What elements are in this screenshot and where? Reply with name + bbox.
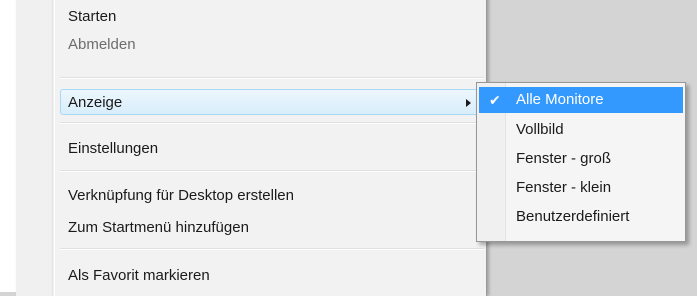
menu-item-abmelden: Abmelden bbox=[60, 32, 480, 58]
submenu-item-label: Fenster - groß bbox=[516, 150, 612, 167]
submenu-item-benutzerdefiniert[interactable]: Benutzerdefiniert bbox=[479, 204, 683, 230]
menu-item-einstellungen[interactable]: Einstellungen bbox=[60, 136, 480, 162]
menu-gutter-divider bbox=[54, 0, 55, 296]
check-icon: ✔ bbox=[489, 92, 501, 108]
desktop-background bbox=[0, 0, 16, 292]
menu-item-label: Abmelden bbox=[68, 36, 136, 53]
menu-item-label: Anzeige bbox=[68, 94, 123, 111]
context-menu: Starten Abmelden Anzeige Einstellungen V… bbox=[16, 0, 487, 296]
submenu-item-label: Vollbild bbox=[516, 121, 564, 138]
menu-item-label: Einstellungen bbox=[68, 140, 159, 157]
menu-item-favorit[interactable]: Als Favorit markieren bbox=[60, 263, 480, 289]
submenu-item-vollbild[interactable]: Vollbild bbox=[479, 117, 683, 143]
menu-item-startmenu[interactable]: Zum Startmenü hinzufügen bbox=[60, 215, 480, 241]
menu-item-label: Verknüpfung für Desktop erstellen bbox=[68, 187, 294, 204]
menu-separator bbox=[60, 248, 484, 250]
menu-item-starten[interactable]: Starten bbox=[60, 4, 480, 30]
submenu-item-label: Fenster - klein bbox=[516, 179, 612, 196]
menu-item-anzeige[interactable]: Anzeige bbox=[60, 89, 480, 115]
menu-item-label: Zum Startmenü hinzufügen bbox=[68, 219, 249, 236]
chevron-right-icon bbox=[466, 99, 471, 107]
submenu-item-label: Benutzerdefiniert bbox=[516, 208, 630, 225]
submenu-item-fenster-klein[interactable]: Fenster - klein bbox=[479, 175, 683, 201]
submenu-anzeige: ✔ Alle Monitore Vollbild Fenster - groß … bbox=[476, 82, 686, 242]
menu-separator bbox=[60, 170, 484, 172]
menu-item-label: Als Favorit markieren bbox=[68, 267, 210, 284]
submenu-item-fenster-gross[interactable]: Fenster - groß bbox=[479, 146, 683, 172]
menu-item-label: Starten bbox=[68, 8, 117, 25]
menu-separator bbox=[60, 122, 484, 124]
submenu-item-label: Alle Monitore bbox=[516, 91, 604, 108]
submenu-item-alle-monitore[interactable]: ✔ Alle Monitore bbox=[479, 87, 683, 113]
menu-separator bbox=[60, 77, 484, 79]
menu-icon-gutter bbox=[16, 0, 53, 296]
menu-item-desktop-shortcut[interactable]: Verknüpfung für Desktop erstellen bbox=[60, 183, 480, 209]
